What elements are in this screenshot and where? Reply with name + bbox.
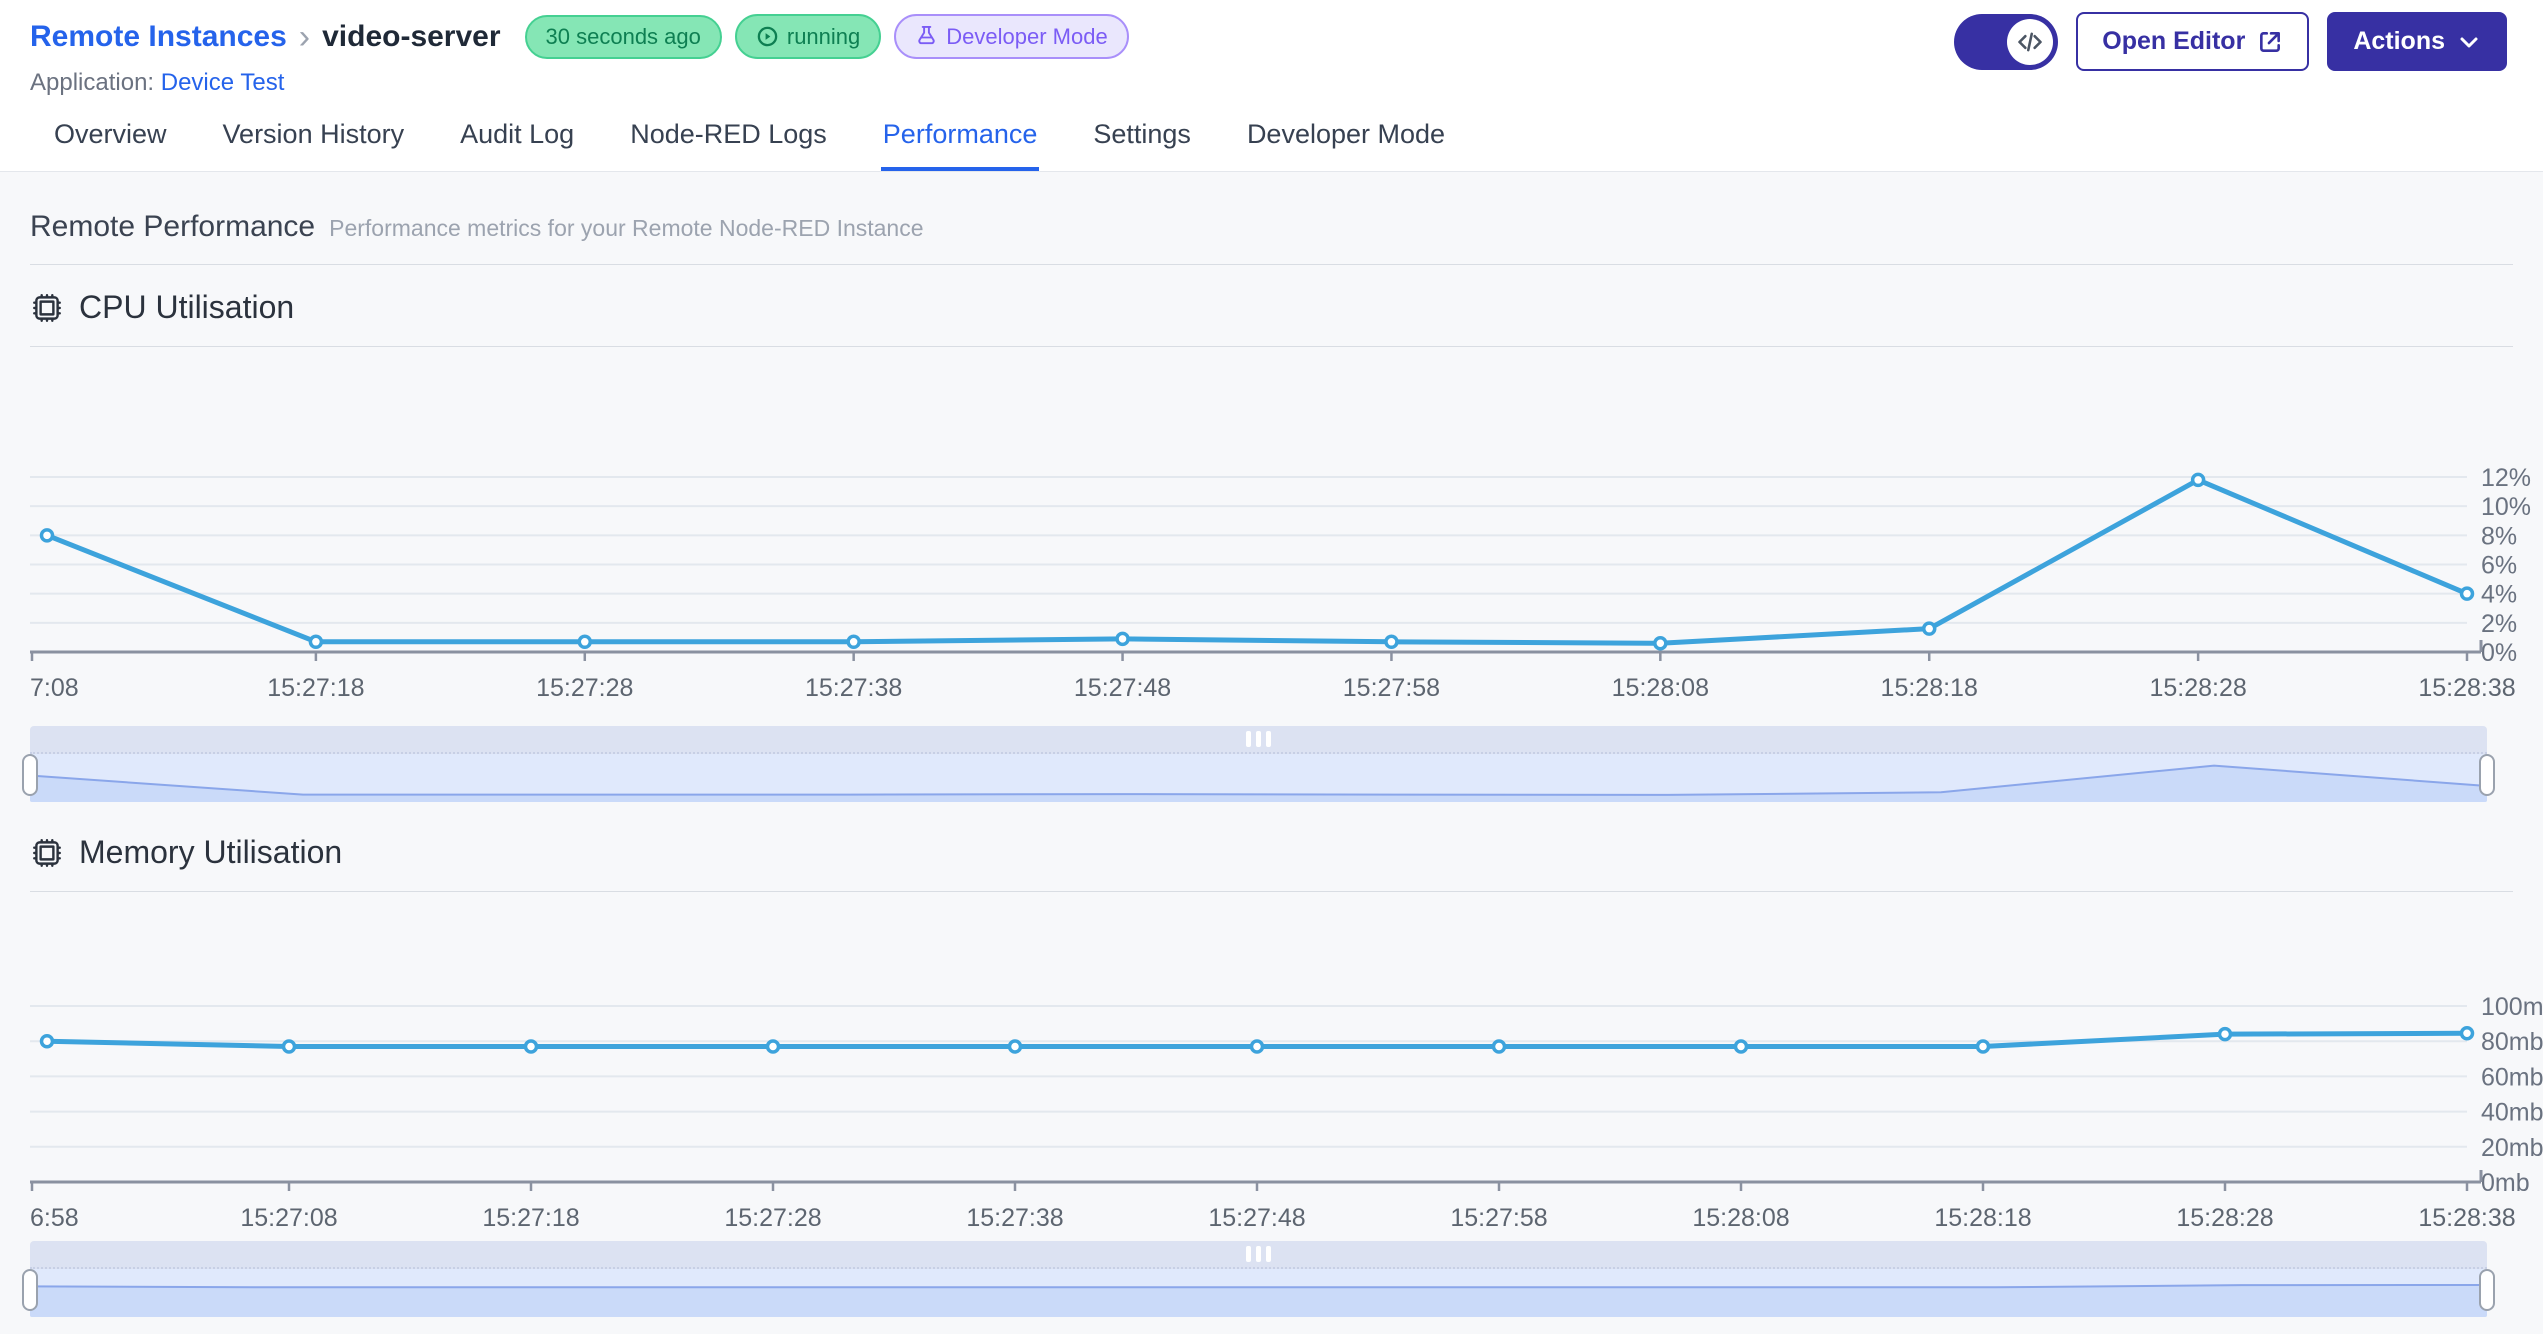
brush-bar[interactable] [30,726,2487,754]
brush-minimap[interactable] [30,754,2487,802]
svg-text:12%: 12% [2481,464,2531,492]
svg-text:15:27:58: 15:27:58 [1343,674,1440,702]
page-subtitle: Performance metrics for your Remote Node… [329,215,924,241]
cpu-utilisation-section: CPU Utilisation 0% 2% 4% 6% 8% 10% 12% 7:08 15:2… [0,289,2543,804]
grip-icon [1256,1246,1261,1262]
actions-label: Actions [2353,27,2445,55]
svg-text:15:27:28: 15:27:28 [536,674,633,702]
memory-utilisation-chart[interactable]: 0mb 20mb 40mb 60mb 80mb 100mb 6:58 15:27:08 15:2… [30,892,2543,1227]
cpu-chip-icon [33,838,61,867]
instance-name: video-server [322,19,501,53]
last-seen-label: 30 seconds ago [545,23,701,49]
cpu-chart-title: CPU Utilisation [79,289,295,325]
tab-overview[interactable]: Overview [52,103,169,171]
svg-text:7:08: 7:08 [30,674,79,702]
svg-text:60mb: 60mb [2481,1063,2543,1091]
svg-text:15:27:48: 15:27:48 [1074,674,1171,702]
page-title: Remote Performance [30,210,316,243]
grip-icon [1246,1246,1251,1262]
cpu-utilisation-chart[interactable]: 0% 2% 4% 6% 8% 10% 12% 7:08 15:27:18 15:27:28 15:2… [30,347,2543,712]
svg-text:15:27:48: 15:27:48 [1208,1204,1305,1227]
developer-mode-toggle[interactable] [1954,13,2059,70]
svg-text:15:28:18: 15:28:18 [1934,1204,2031,1227]
svg-text:15:28:18: 15:28:18 [1881,674,1978,702]
cpu-chip-icon [33,293,61,322]
svg-text:15:28:08: 15:28:08 [1692,1204,1789,1227]
svg-text:4%: 4% [2481,581,2517,609]
svg-text:2%: 2% [2481,610,2517,638]
svg-text:10%: 10% [2481,493,2531,521]
svg-text:15:28:38: 15:28:38 [2418,674,2515,702]
breadcrumb-remote-instances-link[interactable]: Remote Instances [30,20,287,54]
cpu-chart-zoom-brush[interactable] [22,726,2495,804]
svg-text:8%: 8% [2481,522,2517,550]
chevron-right-icon: › [298,17,311,56]
header-actions: Open Editor Actions [1954,12,2507,71]
memory-utilisation-section: Memory Utilisation 0mb 20mb 40mb 60mb 80mb 10… [0,804,2543,1319]
svg-text:15:27:38: 15:27:38 [966,1204,1063,1227]
brush-bar[interactable] [30,1241,2487,1269]
tab-audit-log[interactable]: Audit Log [458,103,576,171]
tab-performance[interactable]: Performance [880,103,1040,171]
divider [30,264,2513,265]
grip-icon [1266,1246,1271,1262]
code-icon [2018,32,2043,51]
svg-text:15:28:28: 15:28:28 [2149,674,2246,702]
svg-text:15:28:08: 15:28:08 [1612,674,1709,702]
performance-panel: Remote Performance Performance metrics f… [0,172,2543,1334]
brush-minimap[interactable] [30,1269,2487,1317]
svg-text:15:27:08: 15:27:08 [240,1204,337,1227]
svg-text:80mb: 80mb [2481,1028,2543,1056]
beaker-icon [918,25,935,45]
application-link[interactable]: Device Test [161,69,285,96]
svg-text:15:27:18: 15:27:18 [482,1204,579,1227]
developer-mode-badge: Developer Mode [894,14,1129,59]
play-circle-icon [757,26,778,47]
running-status-badge: running [734,14,882,59]
memory-chart-title: Memory Utilisation [79,834,343,870]
actions-button[interactable]: Actions [2327,12,2507,71]
toggle-knob [2007,18,2054,65]
application-row: Application: Device Test [30,69,2507,97]
status-badges: 30 seconds ago running Developer Mode [524,14,1129,59]
grip-icon [1266,731,1271,747]
memory-chart-zoom-brush[interactable] [22,1241,2495,1319]
svg-text:6%: 6% [2481,552,2517,580]
svg-text:15:27:18: 15:27:18 [267,674,364,702]
instance-header: Remote Instances › video-server 30 secon… [0,0,2543,103]
svg-text:15:27:38: 15:27:38 [805,674,902,702]
application-label: Application: [30,69,155,96]
instance-tabs: Overview Version History Audit Log Node-… [0,103,2543,172]
svg-text:0mb: 0mb [2481,1169,2530,1197]
tab-version-history[interactable]: Version History [221,103,407,171]
svg-text:15:28:38: 15:28:38 [2418,1204,2515,1227]
svg-text:15:28:28: 15:28:28 [2176,1204,2273,1227]
developer-mode-label: Developer Mode [946,23,1108,49]
svg-text:0%: 0% [2481,639,2517,667]
open-editor-button[interactable]: Open Editor [2076,12,2310,71]
last-seen-badge: 30 seconds ago [524,14,722,59]
brush-handle-right[interactable] [2479,754,2495,796]
tab-settings[interactable]: Settings [1091,103,1193,171]
external-link-icon [2260,31,2281,52]
svg-text:15:27:58: 15:27:58 [1450,1204,1547,1227]
svg-text:15:27:28: 15:27:28 [724,1204,821,1227]
svg-text:100mb: 100mb [2481,993,2543,1021]
tab-node-red-logs[interactable]: Node-RED Logs [628,103,829,171]
svg-text:20mb: 20mb [2481,1134,2543,1162]
grip-icon [1246,731,1251,747]
brush-handle-right[interactable] [2479,1269,2495,1311]
svg-text:40mb: 40mb [2481,1099,2543,1127]
grip-icon [1256,731,1261,747]
brush-handle-left[interactable] [22,1269,38,1311]
chevron-down-icon [2460,37,2478,47]
open-editor-label: Open Editor [2102,27,2246,55]
svg-text:6:58: 6:58 [30,1204,79,1227]
brush-handle-left[interactable] [22,754,38,796]
running-label: running [786,23,861,49]
tab-developer-mode[interactable]: Developer Mode [1245,103,1447,171]
